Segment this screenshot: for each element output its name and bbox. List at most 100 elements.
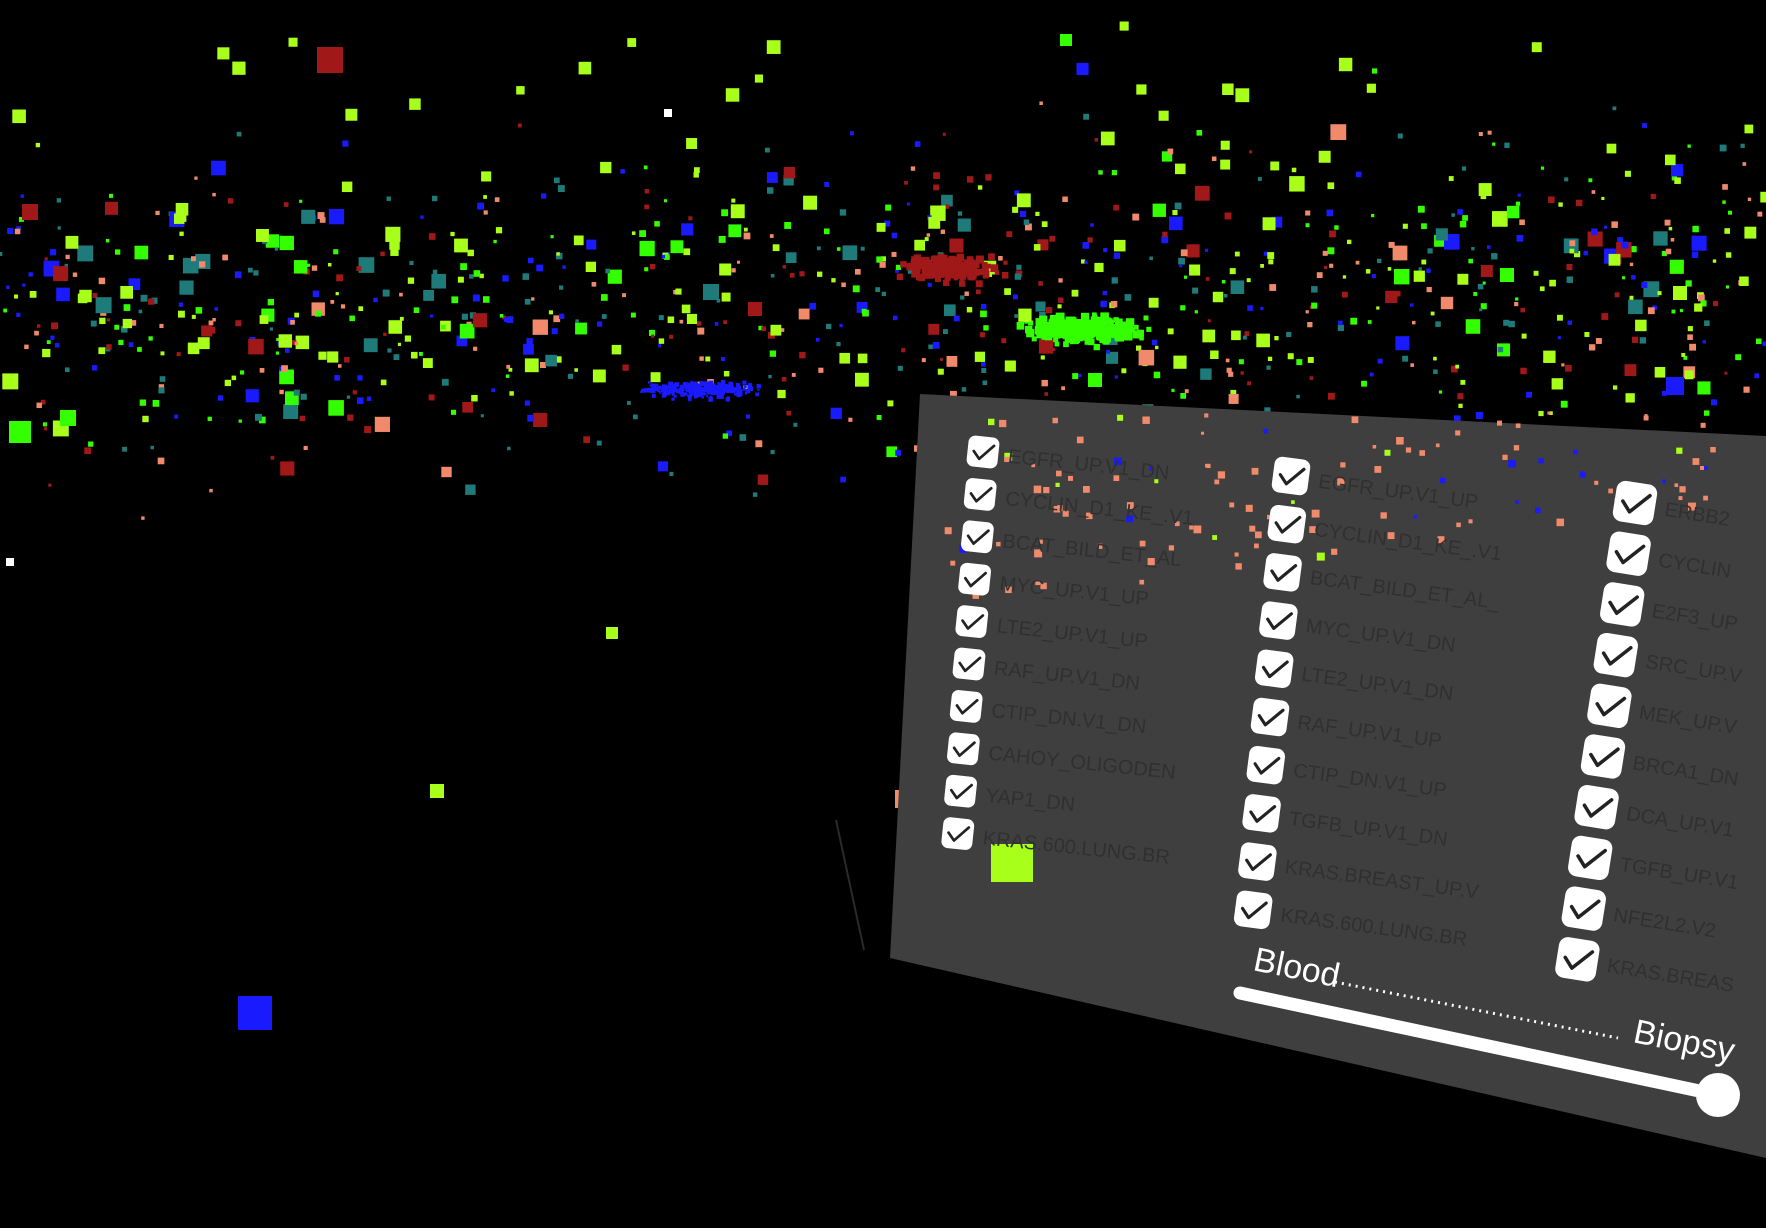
data-point — [98, 347, 106, 355]
data-point — [148, 298, 155, 305]
data-point — [431, 273, 447, 289]
data-point — [1264, 407, 1271, 414]
data-point — [533, 412, 548, 427]
data-point — [1004, 360, 1016, 372]
data-point — [688, 216, 693, 221]
data-point — [601, 314, 607, 319]
data-point — [328, 400, 344, 416]
data-point — [1635, 319, 1647, 332]
data-point — [562, 265, 566, 269]
data-point — [1044, 392, 1049, 396]
data-point — [585, 261, 597, 273]
highlighted-point — [1500, 268, 1514, 282]
data-point — [1376, 306, 1380, 310]
cluster-point — [745, 388, 751, 394]
data-point — [380, 251, 385, 257]
data-point — [419, 352, 423, 356]
data-point — [627, 401, 631, 405]
data-point — [1136, 84, 1147, 95]
data-point — [1355, 260, 1360, 265]
data-point — [293, 260, 308, 274]
data-point — [1307, 357, 1314, 363]
cluster-point — [1031, 336, 1037, 342]
data-point — [981, 303, 987, 310]
data-point — [1558, 202, 1563, 207]
data-point — [1492, 142, 1496, 146]
data-point — [1083, 113, 1090, 120]
data-point — [575, 319, 579, 323]
data-point — [1670, 238, 1675, 242]
data-point — [1679, 309, 1684, 313]
data-point — [1687, 326, 1693, 332]
data-point — [430, 314, 434, 318]
data-point — [1540, 166, 1545, 170]
cluster-point — [913, 254, 922, 262]
data-point — [839, 352, 851, 364]
data-point — [311, 265, 318, 271]
data-point — [844, 251, 849, 256]
data-point — [473, 270, 481, 277]
data-point — [1641, 282, 1648, 289]
data-point — [1723, 449, 1727, 453]
data-point — [937, 368, 944, 375]
data-point — [1487, 245, 1491, 249]
data-point — [278, 334, 292, 348]
data-point — [1078, 373, 1082, 378]
data-point — [1040, 355, 1045, 360]
data-point — [540, 362, 546, 368]
data-point — [766, 40, 781, 54]
data-point — [299, 415, 306, 422]
data-point — [1479, 308, 1483, 312]
cluster-point — [1036, 319, 1045, 328]
data-point — [98, 277, 106, 285]
data-point — [420, 215, 424, 219]
data-point — [1318, 150, 1331, 163]
data-point — [283, 202, 289, 207]
data-point — [809, 302, 817, 310]
data-point — [1671, 309, 1676, 314]
data-point — [559, 313, 565, 319]
data-point — [1246, 278, 1251, 283]
data-point — [770, 274, 775, 278]
data-point — [1309, 376, 1314, 380]
data-point — [1533, 270, 1539, 276]
data-point — [981, 362, 986, 367]
data-point — [1225, 358, 1230, 363]
cluster-point — [1107, 330, 1115, 338]
data-point — [770, 324, 782, 336]
cluster-point — [680, 386, 684, 391]
data-point — [1338, 57, 1353, 72]
data-point — [541, 193, 547, 199]
data-point — [739, 434, 747, 441]
data-point — [357, 375, 363, 381]
data-point — [24, 344, 29, 350]
cluster-point — [943, 279, 950, 287]
data-point — [315, 310, 322, 317]
cluster-point — [742, 380, 747, 385]
cluster-point — [949, 267, 958, 276]
data-point — [928, 323, 940, 335]
data-point — [643, 165, 648, 170]
data-point — [157, 457, 165, 465]
data-point — [664, 199, 668, 203]
data-point — [686, 313, 698, 325]
data-point — [650, 264, 656, 270]
data-point — [357, 397, 364, 404]
data-point — [16, 312, 21, 317]
data-point — [705, 356, 711, 362]
highlighted-point — [6, 558, 14, 566]
data-point — [507, 446, 511, 451]
cluster-point — [981, 268, 987, 273]
data-point — [481, 171, 492, 182]
data-point — [1461, 166, 1467, 171]
data-point — [1365, 269, 1371, 274]
highlighted-point — [1060, 34, 1072, 46]
point-cloud-scatter[interactable] — [0, 0, 1766, 1228]
data-point — [957, 218, 971, 232]
data-point — [1402, 355, 1409, 362]
data-point — [1744, 226, 1757, 239]
data-point — [423, 290, 435, 301]
data-point — [697, 327, 705, 335]
data-point — [1647, 307, 1655, 315]
data-point — [51, 322, 59, 330]
